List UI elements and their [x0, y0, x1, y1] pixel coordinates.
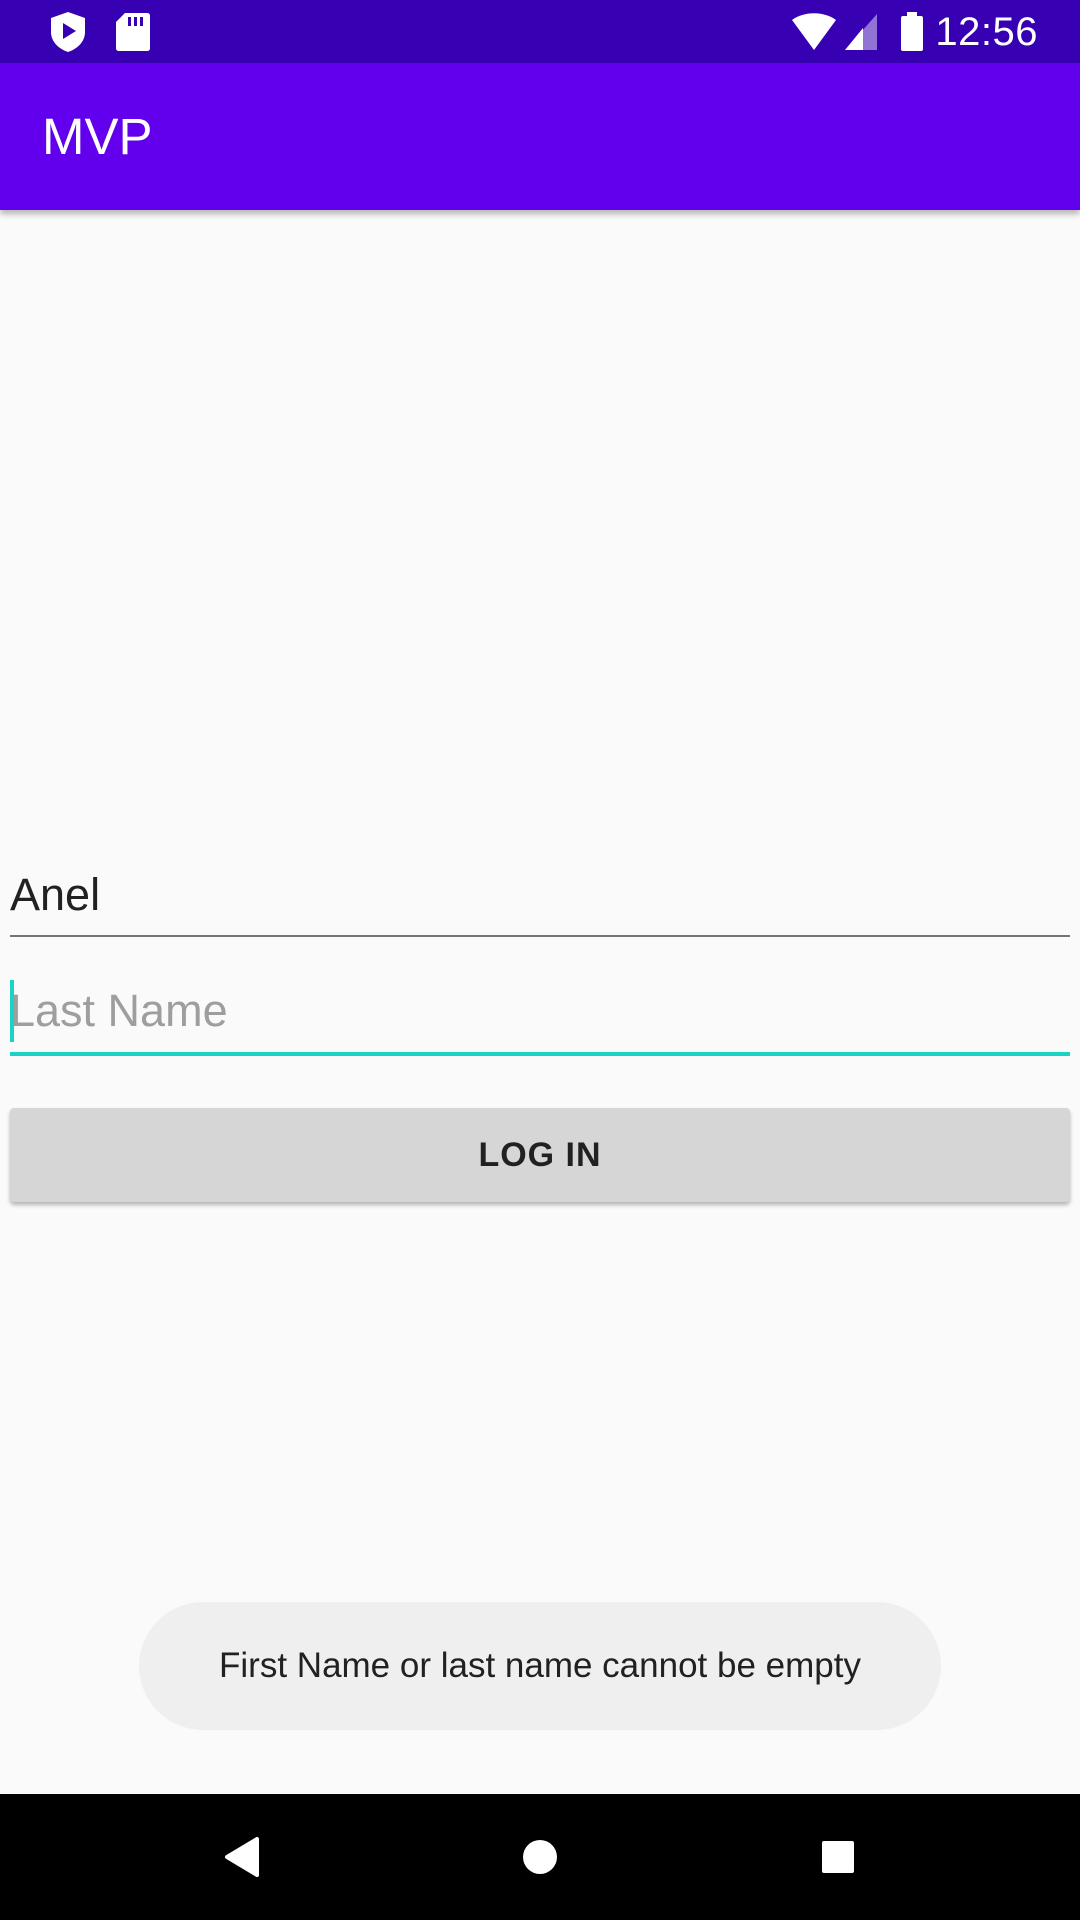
battery-icon — [901, 12, 923, 51]
last-name-field[interactable] — [10, 970, 1070, 1056]
cell-signal-icon — [845, 14, 877, 50]
status-time: 12:56 — [935, 10, 1038, 54]
sd-card-icon — [116, 13, 150, 51]
app-bar: MVP — [0, 63, 1080, 210]
app-title: MVP — [42, 108, 153, 165]
shield-play-icon — [51, 12, 85, 52]
last-name-input[interactable] — [10, 970, 1070, 1052]
home-button[interactable] — [505, 1822, 575, 1892]
login-button[interactable]: LOG IN — [10, 1108, 1070, 1202]
first-name-field[interactable] — [10, 855, 1070, 937]
recents-icon — [822, 1841, 854, 1873]
first-name-input[interactable] — [10, 855, 1070, 935]
home-icon — [523, 1840, 557, 1874]
back-icon — [225, 1837, 259, 1877]
navigation-bar — [0, 1794, 1080, 1920]
toast-message: First Name or last name cannot be empty — [139, 1602, 941, 1730]
text-cursor — [10, 980, 14, 1042]
wifi-icon — [792, 13, 836, 50]
status-bar: 12:56 — [0, 0, 1080, 63]
back-button[interactable] — [206, 1822, 276, 1892]
recents-button[interactable] — [803, 1822, 873, 1892]
